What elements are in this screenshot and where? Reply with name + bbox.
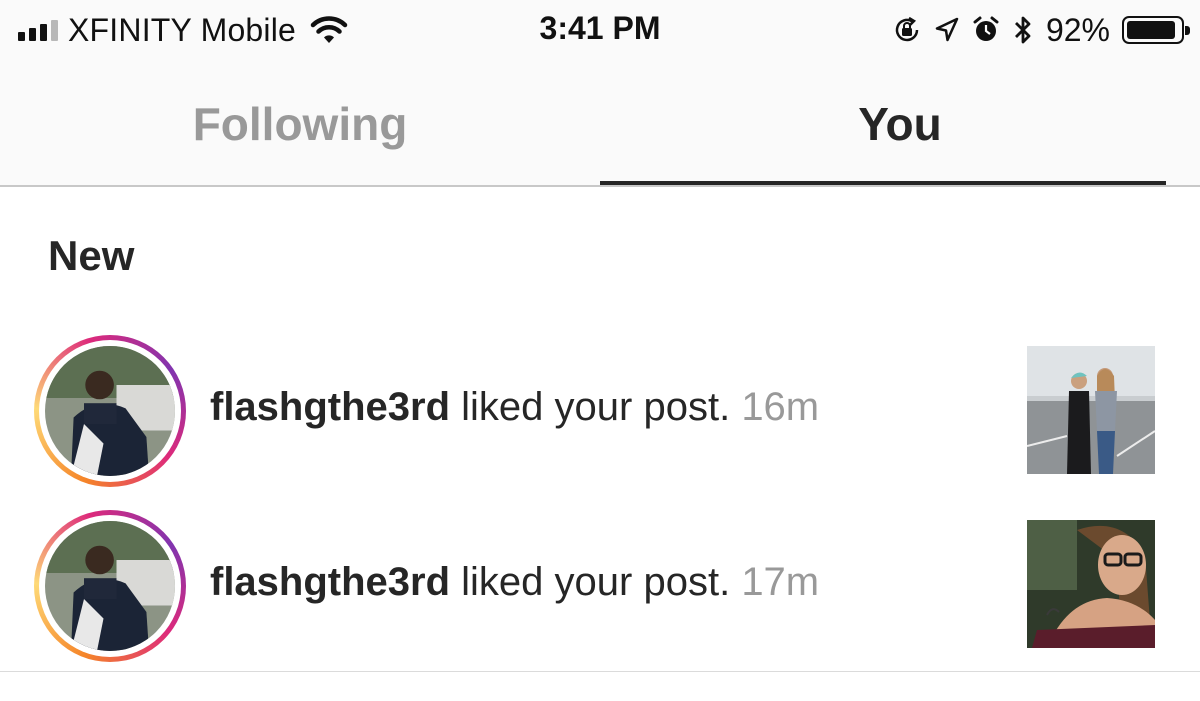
post-thumbnail[interactable] bbox=[1027, 520, 1155, 648]
notification-row[interactable]: flashgthe3rd liked your post. 16m bbox=[0, 335, 1200, 487]
signal-bars-icon bbox=[18, 19, 58, 41]
username-link[interactable]: flashgthe3rd bbox=[210, 560, 450, 604]
battery-icon bbox=[1122, 16, 1190, 44]
notification-time: 17m bbox=[741, 560, 820, 604]
profile-photo bbox=[45, 346, 175, 476]
status-bar-left: XFINITY Mobile bbox=[18, 10, 348, 50]
post-thumbnail[interactable] bbox=[1027, 346, 1155, 474]
profile-photo bbox=[45, 521, 175, 651]
two-women-parking-lot-photo bbox=[1027, 346, 1155, 474]
orientation-lock-icon bbox=[895, 16, 919, 42]
username-link[interactable]: flashgthe3rd bbox=[210, 385, 450, 429]
activity-tabs: Following You bbox=[0, 62, 1200, 187]
notification-text: flashgthe3rd liked your post. 16m bbox=[210, 385, 819, 430]
location-arrow-icon bbox=[935, 17, 959, 42]
status-bar-right: 92% bbox=[892, 10, 1190, 50]
battery-percent: 92% bbox=[1045, 11, 1110, 48]
bluetooth-icon bbox=[1014, 16, 1031, 44]
tab-following[interactable]: Following bbox=[0, 62, 600, 185]
notification-action: liked your post. bbox=[450, 560, 731, 604]
wifi-icon bbox=[310, 16, 348, 43]
carrier-name: XFINITY Mobile bbox=[68, 11, 297, 48]
list-divider bbox=[0, 671, 1200, 672]
tab-you[interactable]: You bbox=[600, 62, 1200, 185]
notification-row[interactable]: flashgthe3rd liked your post. 17m bbox=[0, 510, 1200, 662]
notification-action: liked your post. bbox=[450, 385, 731, 429]
notification-time: 16m bbox=[741, 385, 820, 429]
selected-tab-indicator bbox=[600, 181, 1166, 185]
notification-text: flashgthe3rd liked your post. 17m bbox=[210, 560, 819, 605]
section-title-new: New bbox=[48, 232, 135, 279]
avatar[interactable] bbox=[34, 335, 186, 487]
woman-with-glasses-selfie-photo bbox=[1027, 520, 1155, 648]
alarm-clock-icon bbox=[973, 16, 999, 41]
avatar[interactable] bbox=[34, 510, 186, 662]
status-bar: XFINITY Mobile 3:41 PM 92% bbox=[0, 0, 1200, 62]
